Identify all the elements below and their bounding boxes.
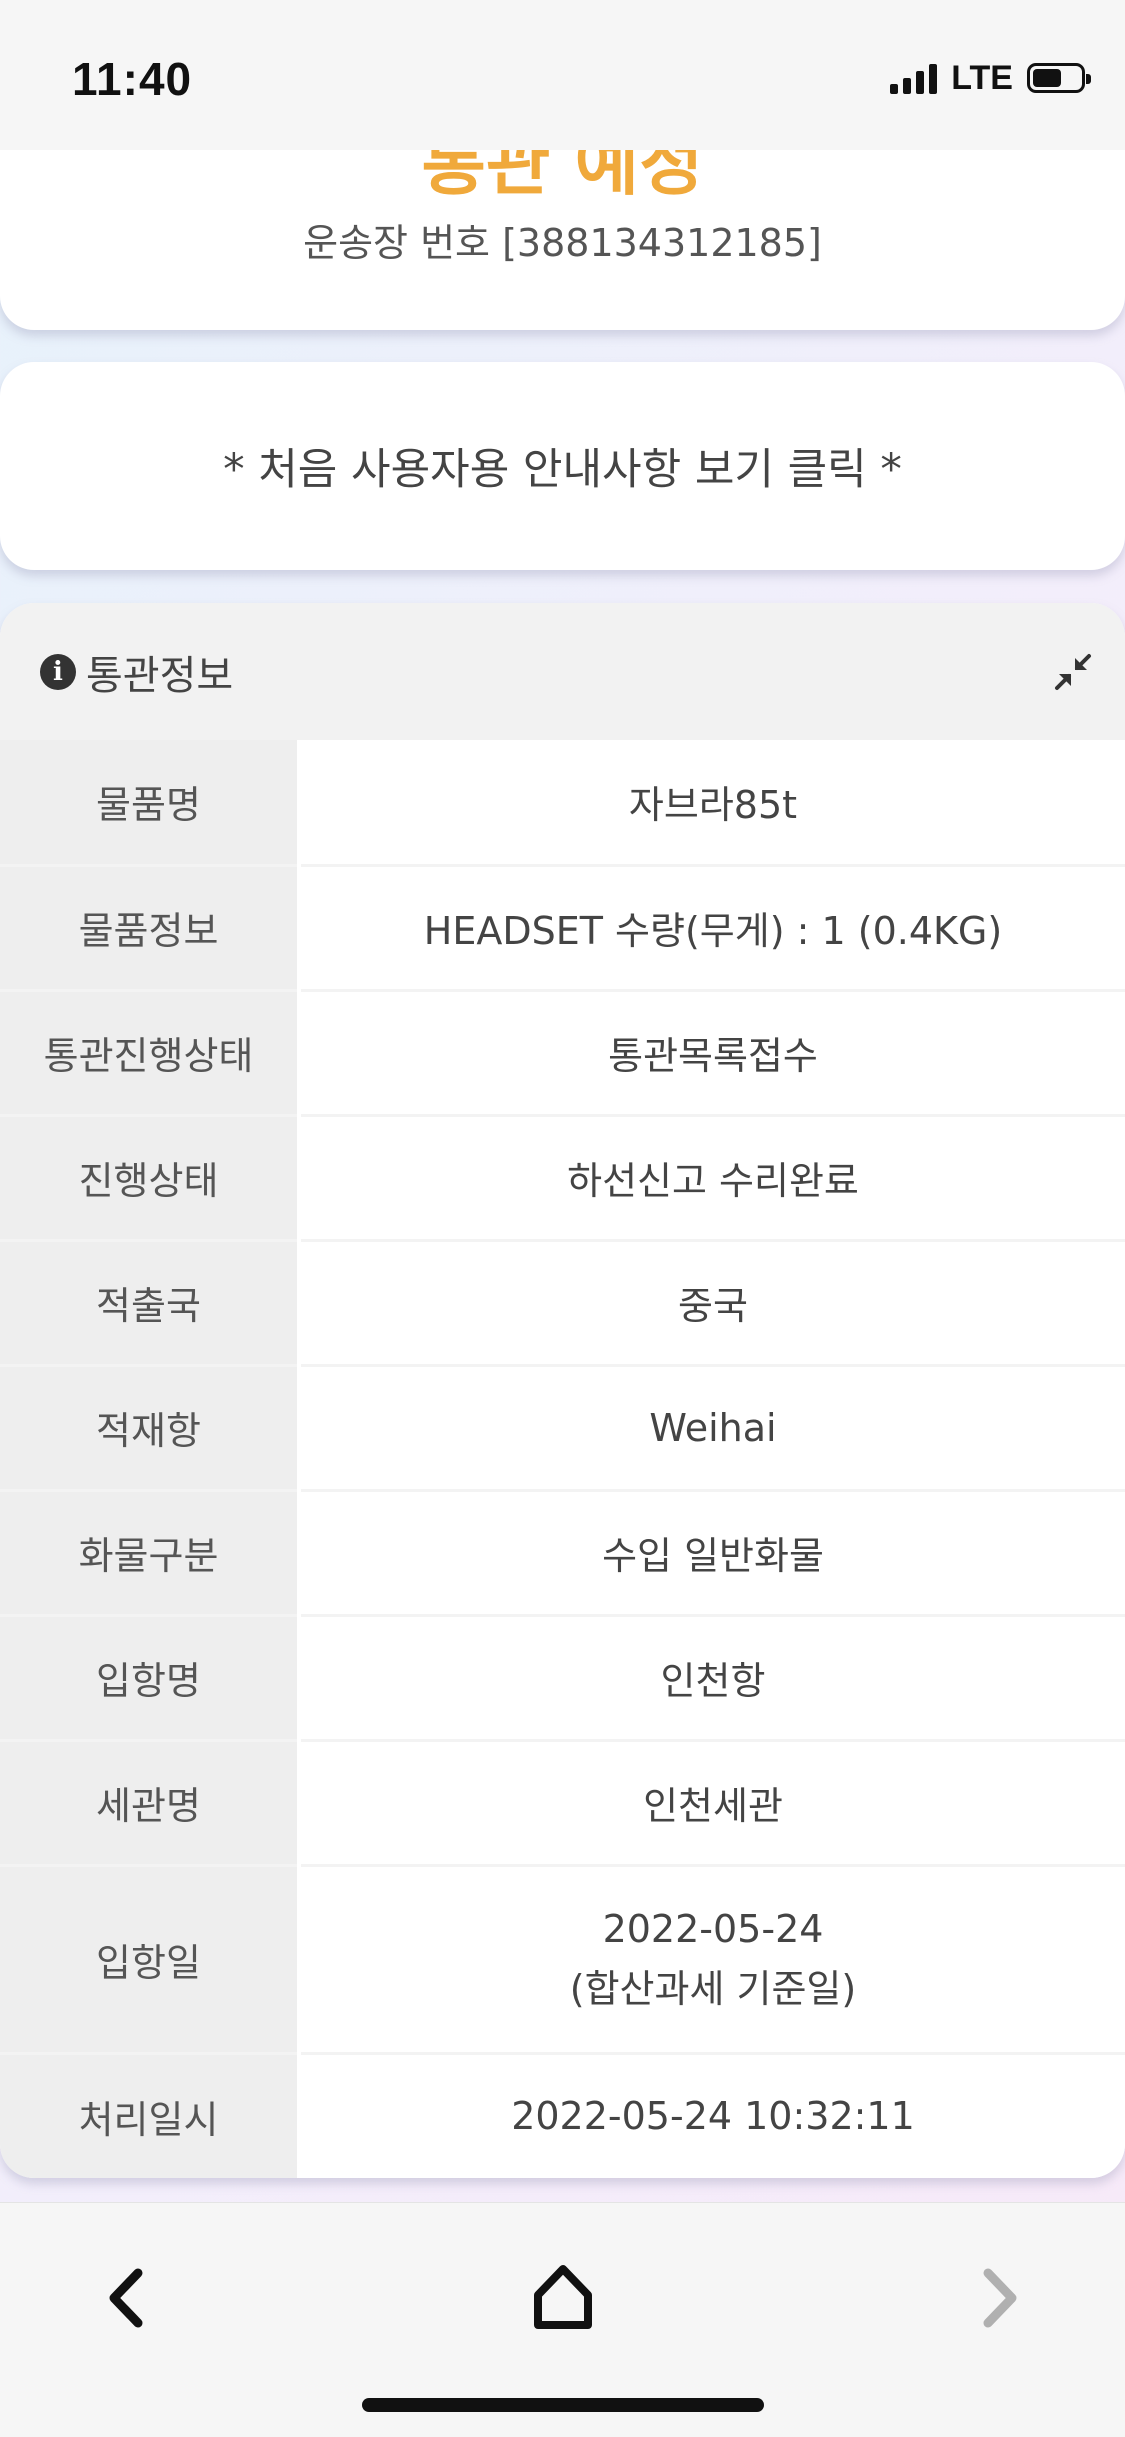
row-value: HEADSET 수량(무게) : 1 (0.4KG) [299, 865, 1125, 992]
home-icon[interactable] [532, 2261, 594, 2333]
signal-icon [890, 62, 938, 94]
battery-icon [1027, 63, 1091, 93]
guide-text: * 처음 사용자용 안내사항 보기 클릭 * [223, 445, 902, 495]
network-type: LTE [951, 58, 1013, 97]
home-indicator[interactable] [362, 2398, 764, 2412]
panel-title: 통관정보 [86, 652, 234, 699]
row-label: 화물구분 [0, 1490, 301, 1617]
collapse-icon[interactable] [1053, 652, 1093, 692]
row-value: 인천항 [299, 1615, 1125, 1742]
row-value: 자브라85t [299, 740, 1125, 867]
tracking-number: 운송장 번호 [388134312185] [303, 221, 822, 265]
table-row: 세관명 인천세관 [0, 1740, 1125, 1867]
info-icon: i [40, 653, 76, 690]
row-label: 물품명 [0, 740, 301, 867]
browser-toolbar [0, 2202, 1125, 2437]
row-label: 통관진행상태 [0, 990, 301, 1117]
row-value: 하선신고 수리완료 [299, 1115, 1125, 1242]
customs-info-table: 물품명 자브라85t 물품정보 HEADSET 수량(무게) : 1 (0.4K… [0, 740, 1125, 2178]
row-label: 처리일시 [0, 2053, 301, 2178]
table-row: 적출국 중국 [0, 1240, 1125, 1367]
table-row: 입항명 인천항 [0, 1615, 1125, 1742]
row-value: 2022-05-24 10:32:11 [299, 2053, 1125, 2178]
row-value: Weihai [299, 1365, 1125, 1492]
row-label: 진행상태 [0, 1115, 301, 1242]
arrival-date-note: (합산과세 기준일) [569, 1967, 857, 2011]
table-row: 물품정보 HEADSET 수량(무게) : 1 (0.4KG) [0, 865, 1125, 992]
panel-header: i 통관정보 [0, 603, 1125, 740]
row-value: 통관목록접수 [299, 990, 1125, 1117]
row-label: 입항일 [0, 1865, 301, 2055]
row-label: 적출국 [0, 1240, 301, 1367]
table-row: 물품명 자브라85t [0, 740, 1125, 867]
table-row: 처리일시 2022-05-24 10:32:11 [0, 2053, 1125, 2178]
shipment-summary-card: 통관 예정 운송장 번호 [388134312185] [0, 130, 1125, 330]
status-bar: 11:40 LTE [0, 0, 1125, 150]
row-label: 입항명 [0, 1615, 301, 1742]
table-row: 진행상태 하선신고 수리완료 [0, 1115, 1125, 1242]
status-indicators: LTE [890, 58, 1091, 98]
row-label: 물품정보 [0, 865, 301, 992]
row-value: 인천세관 [299, 1740, 1125, 1867]
chevron-right-icon[interactable] [968, 2263, 1028, 2333]
table-row: 적재항 Weihai [0, 1365, 1125, 1492]
table-row: 입항일 2022-05-24 (합산과세 기준일) [0, 1865, 1125, 2055]
row-value: 2022-05-24 (합산과세 기준일) [299, 1865, 1125, 2055]
row-label: 세관명 [0, 1740, 301, 1867]
row-label: 적재항 [0, 1365, 301, 1492]
first-user-guide-button[interactable]: * 처음 사용자용 안내사항 보기 클릭 * [0, 362, 1125, 570]
customs-info-panel: i 통관정보 물품명 자브라85t 물품정보 HEADSET 수량(무게) : … [0, 603, 1125, 2178]
row-value: 중국 [299, 1240, 1125, 1367]
table-row: 통관진행상태 통관목록접수 [0, 990, 1125, 1117]
row-value: 수입 일반화물 [299, 1490, 1125, 1617]
status-time: 11:40 [72, 53, 193, 105]
arrival-date: 2022-05-24 [602, 1907, 824, 1951]
chevron-left-icon[interactable] [98, 2263, 158, 2333]
table-row: 화물구분 수입 일반화물 [0, 1490, 1125, 1617]
